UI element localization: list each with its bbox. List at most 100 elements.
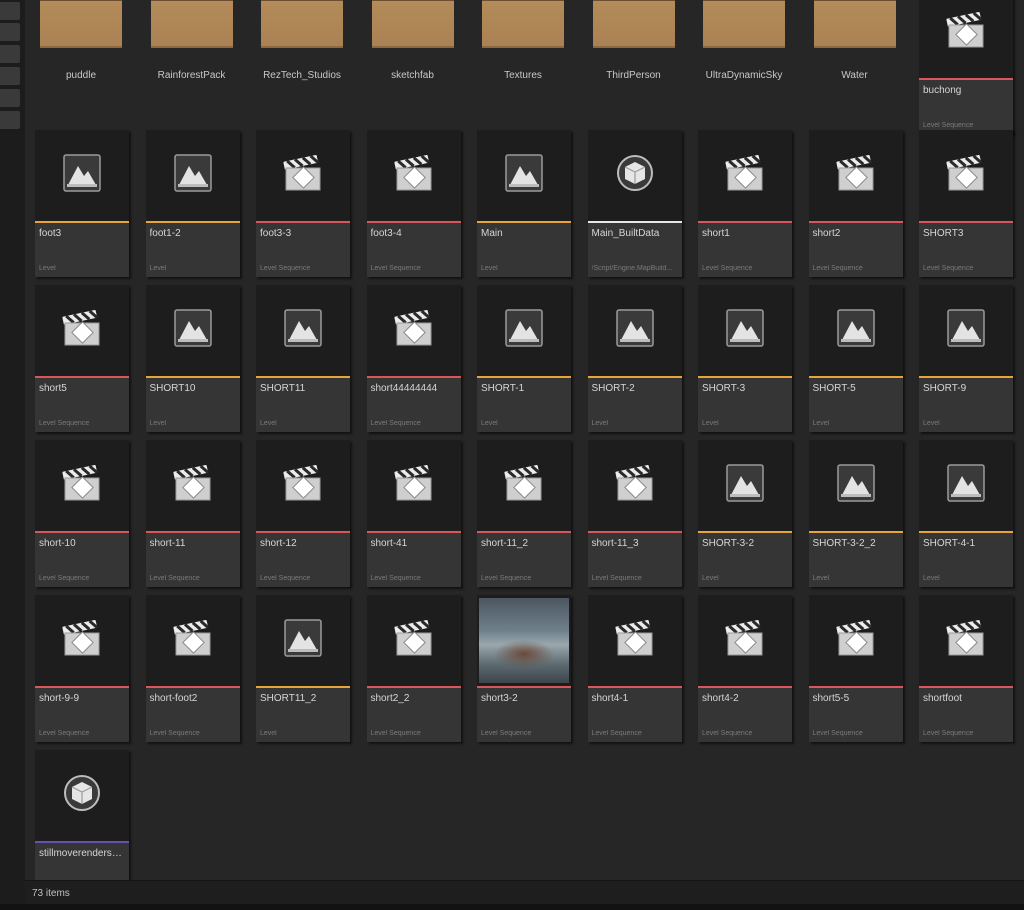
content-browser: puddle RainforestPack RezTech_Studios sk… [0, 0, 1024, 910]
asset-tile[interactable]: foot1-2 Level [145, 130, 240, 277]
asset-tile[interactable]: SHORT-5 Level [808, 285, 903, 432]
asset-thumbnail [366, 440, 461, 531]
folder-item[interactable]: RezTech_Studios [256, 0, 352, 110]
asset-tile[interactable]: short3-2 Level Sequence [477, 595, 571, 742]
asset-tile[interactable]: SHORT11 Level [256, 285, 350, 432]
asset-thumbnail [145, 130, 240, 221]
clapperboard-icon [391, 150, 437, 201]
item-count: 73 items [32, 888, 70, 899]
asset-thumbnail [477, 595, 571, 686]
asset-tile[interactable]: foot3-3 Level Sequence [256, 130, 350, 277]
asset-type: Level Sequence [260, 575, 311, 582]
asset-tile[interactable]: SHORT10 Level [145, 285, 240, 432]
folder-icon [371, 0, 454, 48]
asset-tile[interactable]: short-12 Level Sequence [256, 440, 350, 587]
side-tab-4[interactable] [0, 67, 20, 85]
asset-tile[interactable]: short2 Level Sequence [808, 130, 903, 277]
asset-type-color-bar [35, 531, 129, 533]
asset-tile[interactable]: short2_2 Level Sequence [366, 595, 461, 742]
clapperboard-icon [170, 615, 216, 666]
asset-tile[interactable]: SHORT11_2 Level [256, 595, 350, 742]
asset-tile[interactable]: short-11_2 Level Sequence [477, 440, 571, 587]
asset-type-color-bar [256, 531, 350, 533]
asset-type-color-bar [35, 376, 129, 378]
asset-tile[interactable]: short1 Level Sequence [698, 130, 792, 277]
asset-name: SHORT-3-2_2 [812, 538, 876, 549]
asset-type: Level [702, 575, 719, 582]
asset-type: Level [149, 420, 167, 427]
clapperboard-icon [280, 150, 326, 201]
folder-item[interactable]: ThirdPerson [588, 0, 684, 110]
asset-tile[interactable]: short44444444 Level Sequence [366, 285, 461, 432]
asset-name: foot3-3 [260, 228, 292, 239]
asset-grid: puddle RainforestPack RezTech_Studios sk… [25, 0, 1024, 880]
folder-label: puddle [65, 70, 97, 81]
asset-type-color-bar [35, 841, 129, 843]
asset-type-color-bar [477, 376, 571, 378]
folder-item[interactable]: UltraDynamicSky [698, 0, 794, 110]
asset-name: shortfoot [923, 693, 962, 704]
asset-type-color-bar [919, 686, 1013, 688]
asset-thumbnail [698, 440, 792, 531]
asset-thumbnail [256, 595, 350, 686]
asset-tile[interactable]: short4-2 Level Sequence [698, 595, 792, 742]
asset-tile[interactable]: SHORT-3-2_2 Level [808, 440, 903, 587]
asset-tile[interactable]: buchong Level Sequence [919, 0, 1013, 134]
side-tab-3[interactable] [0, 45, 20, 63]
asset-tile[interactable]: short5 Level Sequence [35, 285, 129, 432]
asset-type-color-bar [808, 686, 903, 688]
asset-tile[interactable]: SHORT3 Level Sequence [919, 130, 1013, 277]
asset-tile[interactable]: Main_BuiltData /Script/Engine.MapBuild..… [587, 130, 682, 277]
side-tab-2[interactable] [0, 23, 20, 41]
clapperboard-icon [59, 305, 105, 356]
asset-tile[interactable]: stillmoverenderset... [35, 750, 129, 880]
asset-tile[interactable]: short-41 Level Sequence [366, 440, 461, 587]
folder-item[interactable]: sketchfab [367, 0, 463, 110]
asset-tile[interactable]: short-10 Level Sequence [35, 440, 129, 587]
clapperboard-icon [501, 460, 547, 511]
asset-tile[interactable]: SHORT-2 Level [587, 285, 682, 432]
asset-tile[interactable]: shortfoot Level Sequence [919, 595, 1013, 742]
folder-icon [813, 0, 896, 48]
asset-type-color-bar [587, 221, 682, 223]
asset-tile[interactable]: SHORT-3 Level [698, 285, 792, 432]
asset-tile[interactable]: SHORT-3-2 Level [698, 440, 792, 587]
asset-tile[interactable]: short-foot2 Level Sequence [145, 595, 240, 742]
asset-name: SHORT-3 [702, 383, 746, 394]
asset-type-color-bar [587, 376, 682, 378]
folder-item[interactable]: puddle [35, 0, 131, 110]
asset-name: SHORT-9 [923, 383, 967, 394]
asset-type: Level [591, 420, 609, 427]
asset-thumbnail [35, 750, 129, 841]
side-tab-5[interactable] [0, 89, 20, 107]
asset-type: Level [149, 265, 167, 272]
asset-tile[interactable]: short5-5 Level Sequence [808, 595, 903, 742]
level-icon [173, 154, 212, 197]
asset-type-color-bar [256, 221, 350, 223]
asset-tile[interactable]: short-9-9 Level Sequence [35, 595, 129, 742]
asset-thumbnail [919, 595, 1013, 686]
asset-tile[interactable]: SHORT-4-1 Level [919, 440, 1013, 587]
asset-tile[interactable]: foot3-4 Level Sequence [366, 130, 461, 277]
asset-tile[interactable]: foot3 Level [35, 130, 129, 277]
asset-tile[interactable]: SHORT-9 Level [919, 285, 1013, 432]
folder-label: RainforestPack [157, 70, 226, 81]
asset-tile[interactable]: short4-1 Level Sequence [587, 595, 682, 742]
asset-type-color-bar [477, 531, 571, 533]
asset-name: SHORT11 [260, 383, 306, 394]
asset-thumbnail [35, 285, 129, 376]
folder-icon [592, 0, 675, 48]
folder-item[interactable]: RainforestPack [146, 0, 242, 110]
asset-type-color-bar [35, 686, 129, 688]
asset-tile[interactable]: SHORT-1 Level [477, 285, 571, 432]
folder-item[interactable]: Textures [477, 0, 573, 110]
level-icon [947, 309, 985, 352]
asset-tile[interactable]: short-11_3 Level Sequence [587, 440, 682, 587]
asset-type: Level Sequence [149, 730, 200, 737]
side-tab-1[interactable] [0, 2, 20, 20]
asset-tile[interactable]: Main Level [477, 130, 571, 277]
asset-name: SHORT3 [923, 228, 964, 239]
side-tab-6[interactable] [0, 111, 20, 129]
asset-tile[interactable]: short-11 Level Sequence [145, 440, 240, 587]
folder-item[interactable]: Water [809, 0, 905, 110]
